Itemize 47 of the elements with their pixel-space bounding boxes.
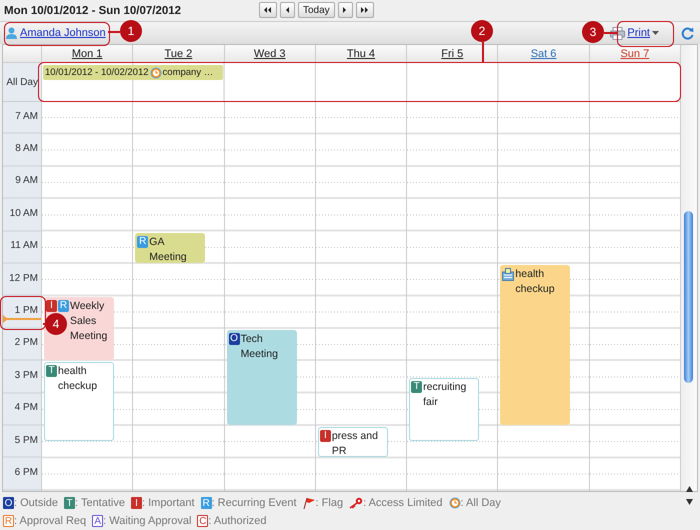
event-title: recruiting fair [423,380,468,410]
hour-label: 9 AM [15,175,38,186]
legend-badge: I [130,497,142,509]
legend-label: : Approval Req [14,515,86,527]
event-badge: R [58,300,69,312]
event-badge: R [137,236,148,248]
event-title: GA Meeting [149,234,188,262]
event-title: company … [162,67,214,78]
hour-label: 4 PM [14,402,38,414]
hour-label: 7 AM [15,110,38,122]
event-badge: I [320,430,331,442]
hour-label: 10 AM [10,208,38,219]
event-title: health checkup [515,267,556,297]
legend-label: : Recurring Event [212,497,297,509]
event-badge: T [411,381,422,394]
hour-label: 5 PM [14,434,38,446]
legend-label: : All Day [460,497,501,509]
event-badge: T [46,365,57,378]
event-title: health checkup [58,364,98,394]
legend-badge: T [64,497,76,509]
all-day-label: All Day [3,63,41,101]
legend-label: : Flag [316,497,344,509]
legend-label: : Important [142,497,195,509]
hour-label: 8 AM [15,143,38,154]
event-badge: O [228,332,240,345]
hour-label: 2 PM [14,337,38,348]
hour-label: 3 PM [14,370,38,381]
event-badge: I [46,300,57,312]
legend-label: : Waiting Approval [103,515,192,527]
legend-badge: R [3,515,14,527]
legend-badge: C [197,515,208,527]
legend-label: : Authorized [208,515,266,527]
event-dates: 10/01/2012 - 10/02/2012 [45,67,149,78]
event-title: press and PR [332,429,379,456]
legend-badge: O [3,497,14,509]
legend-badge: R [200,497,212,509]
hour-label: 12 PM [9,272,38,284]
hour-label: 6 PM [14,466,38,478]
legend-label: : Outside [14,497,58,509]
date-range-title: Mon 10/01/2012 - Sun 10/07/2012 [4,4,182,16]
event-title: Tech Meeting [240,332,279,362]
legend-label: : Tentative [75,497,125,509]
legend-badge: A [92,515,104,527]
legend-label: : Access Limited [363,497,443,509]
hour-label: 1 PM [14,305,38,316]
hour-label: 11 AM [10,240,38,252]
event-title: Weekly Sales Meeting [70,299,108,344]
